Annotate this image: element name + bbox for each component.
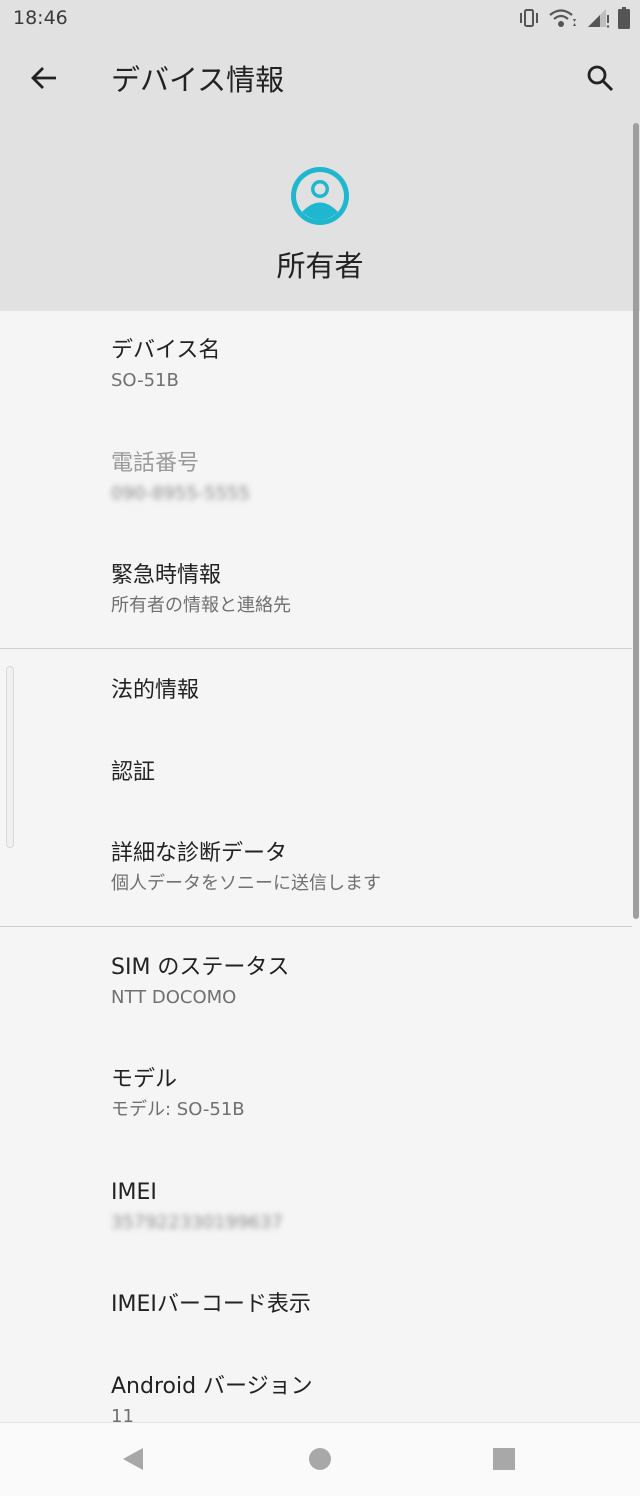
list-item-phone-number: 電話番号 090-8955-5555	[111, 449, 250, 507]
list-item-diagnostics[interactable]: 詳細な診断データ 個人データをソニーに送信します	[111, 839, 381, 897]
item-summary: NTT DOCOMO	[111, 987, 237, 1008]
app-toolbar: デバイス情報	[0, 40, 640, 120]
navigation-bar	[0, 1422, 640, 1496]
divider	[0, 926, 632, 927]
item-summary: SO-51B	[111, 370, 179, 391]
status-bar: 18:46	[0, 0, 640, 38]
wifi-icon	[548, 7, 578, 29]
list-item-legal-info[interactable]: 法的情報	[111, 676, 199, 706]
item-title: モデル	[111, 1067, 178, 1092]
search-button[interactable]	[574, 54, 626, 106]
home-circle-icon	[308, 1447, 332, 1475]
nav-home-button[interactable]	[296, 1437, 344, 1485]
page-title: デバイス情報	[111, 63, 285, 97]
item-title: IMEIバーコード表示	[111, 1292, 311, 1317]
arrow-back-icon	[30, 64, 58, 96]
item-title: 詳細な診断データ	[111, 841, 288, 866]
battery-icon	[618, 7, 630, 29]
list-item-sim-status[interactable]: SIM のステータス NTT DOCOMO	[111, 953, 289, 1011]
item-summary: モデル: SO-51B	[111, 1099, 245, 1120]
status-time: 18:46	[13, 7, 68, 29]
signal-icon	[586, 7, 610, 29]
list-item-model[interactable]: モデル モデル: SO-51B	[111, 1065, 245, 1123]
vibrate-icon	[518, 8, 540, 28]
item-summary: 357922330199637	[111, 1212, 283, 1233]
item-summary: 090-8955-5555	[111, 483, 250, 504]
divider	[0, 648, 632, 649]
nav-back-button[interactable]	[109, 1437, 157, 1485]
recents-square-icon	[492, 1447, 516, 1475]
scrollbar[interactable]	[633, 123, 639, 919]
item-title: デバイス名	[111, 338, 221, 363]
item-title: IMEI	[111, 1180, 157, 1205]
owner-name[interactable]: 所有者	[0, 244, 640, 288]
item-title: SIM のステータス	[111, 955, 290, 980]
nav-recents-button[interactable]	[480, 1437, 528, 1485]
search-icon	[586, 64, 614, 96]
list-item-imei[interactable]: IMEI 357922330199637	[111, 1178, 283, 1236]
item-title: 緊急時情報	[111, 563, 222, 588]
item-title: 法的情報	[111, 678, 200, 703]
back-triangle-icon	[121, 1446, 145, 1476]
account-circle-icon[interactable]	[289, 165, 351, 227]
status-icons	[518, 6, 630, 30]
item-title: 電話番号	[111, 451, 200, 476]
list-item-device-name[interactable]: デバイス名 SO-51B	[111, 336, 220, 394]
item-summary: 個人データをソニーに送信します	[111, 873, 381, 894]
list-item-emergency-info[interactable]: 緊急時情報 所有者の情報と連絡先	[111, 561, 291, 619]
item-title: Android バージョン	[111, 1374, 313, 1399]
item-summary: 所有者の情報と連絡先	[111, 595, 291, 616]
back-button[interactable]	[18, 54, 70, 106]
list-item-certification[interactable]: 認証	[111, 758, 155, 788]
edge-handle[interactable]	[6, 666, 14, 848]
list-item-imei-barcode[interactable]: IMEIバーコード表示	[111, 1290, 311, 1320]
item-title: 認証	[111, 760, 156, 785]
